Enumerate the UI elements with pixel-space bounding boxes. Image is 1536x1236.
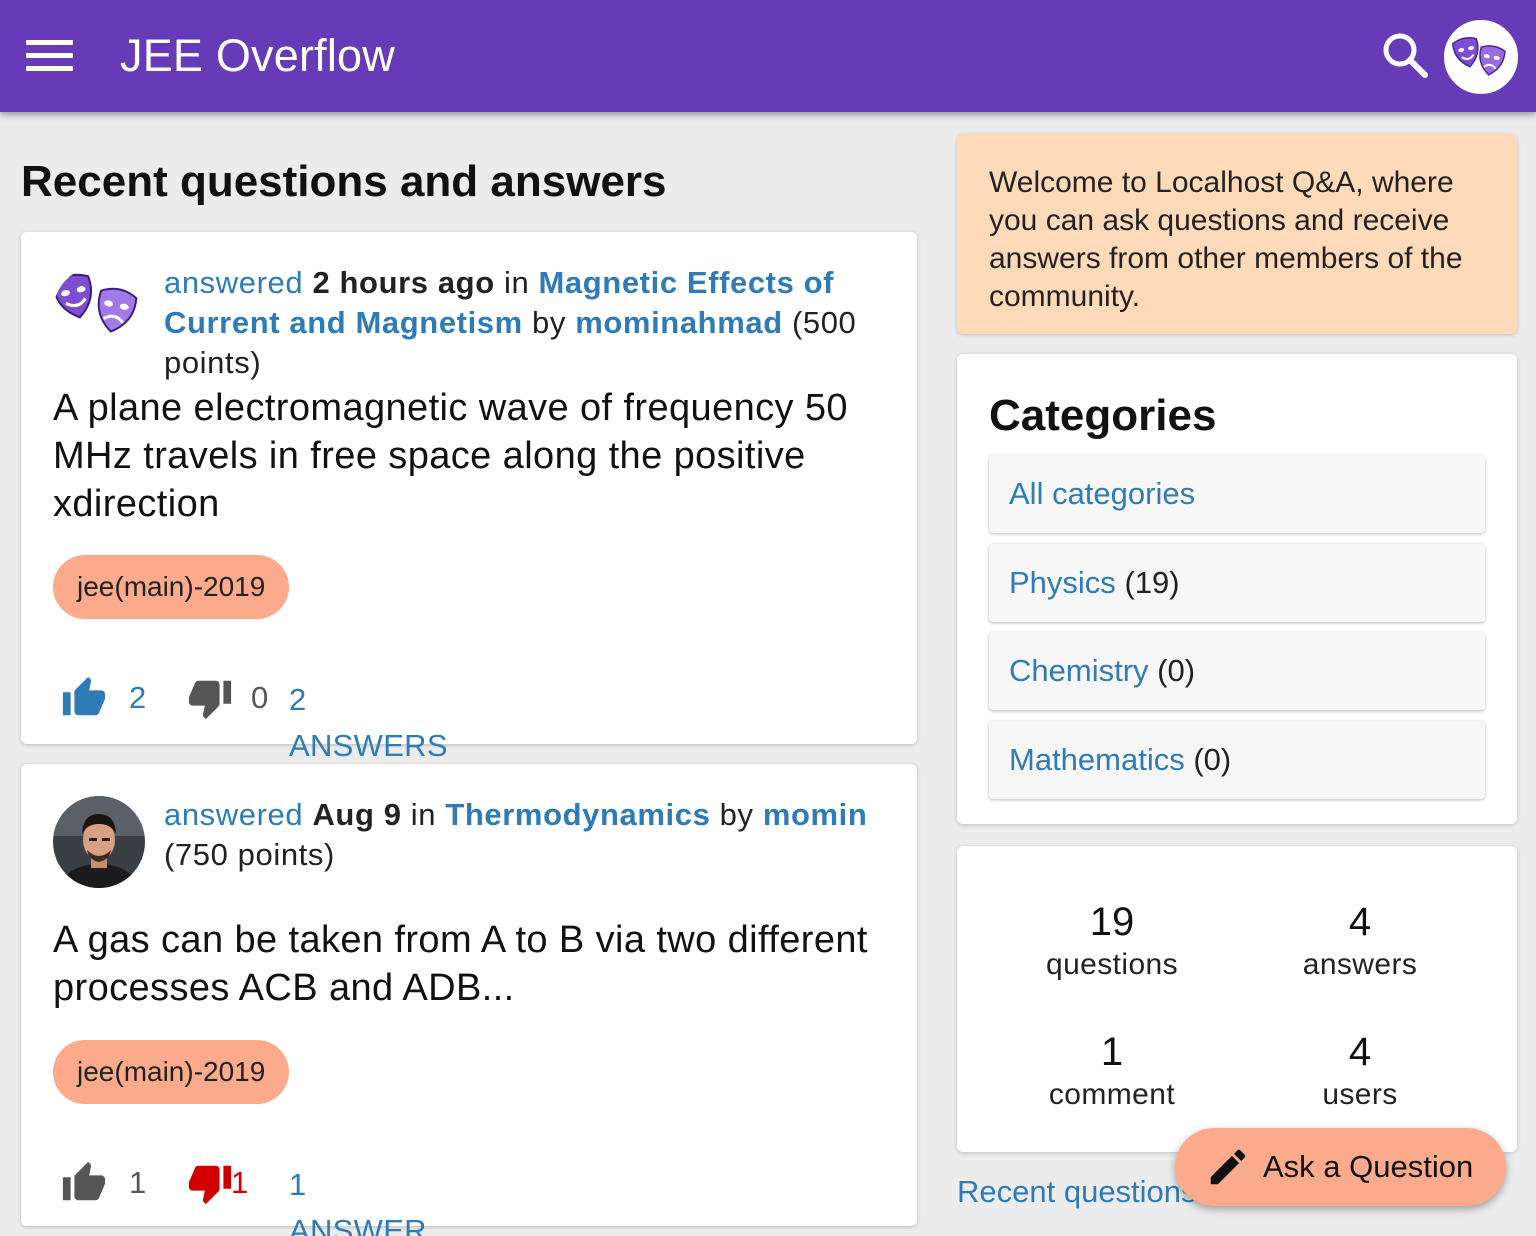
stat-label: answers [1302, 948, 1418, 981]
question-card: answered Aug 9 in Thermodynamics by momi… [21, 764, 917, 1236]
stat-comments: 1 comment [992, 1028, 1232, 1114]
stat-value: 4 [1348, 900, 1372, 944]
user-avatar[interactable] [1444, 20, 1518, 94]
category-item-physics[interactable]: Physics (19) [989, 544, 1485, 622]
top-app-bar: JEE Overflow [0, 0, 1536, 112]
activity-link[interactable]: answered [164, 265, 303, 300]
recent-questions-link[interactable]: Recent questions [957, 1170, 1197, 1214]
activity-time: Aug 9 [312, 797, 402, 832]
category-count: (0) [1157, 653, 1196, 688]
answers-link[interactable]: 2 ANSWERS [289, 677, 448, 769]
in-label: in [503, 265, 530, 300]
app-title[interactable]: JEE Overflow [120, 30, 395, 82]
thumbs-up-icon[interactable] [61, 675, 109, 721]
question-card: answered 2 hours ago in Magnetic Effects… [21, 232, 917, 763]
ask-question-label: Ask a Question [1263, 1149, 1474, 1184]
category-name: Physics [1009, 565, 1116, 600]
welcome-message: Welcome to Localhost Q&A, where you can … [957, 134, 1517, 334]
user-points: (750 points) [164, 837, 335, 872]
stat-users: 4 users [1240, 1028, 1480, 1114]
question-meta: answered 2 hours ago in Magnetic Effects… [164, 263, 884, 383]
stat-label: questions [1045, 948, 1179, 981]
ask-question-button[interactable]: Ask a Question [1175, 1128, 1506, 1206]
by-label: by [719, 797, 754, 832]
answers-link[interactable]: 1 ANSWER [289, 1162, 427, 1236]
user-link[interactable]: momin [763, 797, 868, 832]
activity-link[interactable]: answered [164, 797, 303, 832]
stat-value: 4 [1348, 1030, 1372, 1074]
thumbs-down-icon[interactable] [187, 675, 235, 721]
category-name: All categories [1009, 476, 1196, 511]
thumbs-up-icon[interactable] [61, 1160, 109, 1206]
downvote-count: 0 [251, 680, 269, 715]
category-item-all[interactable]: All categories [989, 455, 1485, 533]
category-link[interactable]: Thermodynamics [445, 797, 710, 832]
category-item-mathematics[interactable]: Mathematics (0) [989, 721, 1485, 799]
question-meta: answered Aug 9 in Thermodynamics by momi… [164, 795, 884, 875]
question-title[interactable]: A plane electromagnetic wave of frequenc… [53, 384, 883, 528]
theater-masks-avatar[interactable] [53, 266, 145, 358]
stat-value: 19 [1089, 900, 1135, 944]
categories-heading: Categories [989, 391, 1217, 440]
pencil-icon [1210, 1149, 1246, 1185]
question-tag[interactable]: jee(main)-2019 [53, 555, 290, 619]
by-label: by [532, 305, 566, 340]
site-stats-panel: 19 questions 4 answers 1 comment 4 users [957, 846, 1517, 1152]
upvote-count: 2 [129, 680, 147, 715]
upvote-count: 1 [129, 1165, 147, 1200]
category-name: Mathematics [1009, 742, 1185, 777]
question-title[interactable]: A gas can be taken from A to B via two d… [53, 916, 883, 1012]
category-name: Chemistry [1009, 653, 1149, 688]
stat-answers: 4 answers [1240, 898, 1480, 984]
categories-panel: Categories All categories Physics (19) C… [957, 354, 1517, 824]
hamburger-menu-icon[interactable] [26, 38, 74, 72]
search-icon[interactable] [1380, 30, 1430, 80]
stat-questions: 19 questions [992, 898, 1232, 984]
thumbs-down-icon[interactable] [187, 1160, 235, 1206]
stat-value: 1 [1100, 1030, 1124, 1074]
stat-label: users [1322, 1078, 1398, 1111]
category-item-chemistry[interactable]: Chemistry (0) [989, 632, 1485, 710]
user-photo-avatar[interactable] [53, 796, 145, 888]
in-label: in [410, 797, 437, 832]
user-link[interactable]: mominahmad [575, 305, 783, 340]
category-count: (0) [1193, 742, 1232, 777]
category-count: (19) [1124, 565, 1180, 600]
downvote-count: 1 [231, 1165, 249, 1200]
question-tag[interactable]: jee(main)-2019 [53, 1040, 290, 1104]
activity-time: 2 hours ago [312, 265, 495, 300]
page-title: Recent questions and answers [21, 157, 667, 206]
stat-label: comment [1048, 1078, 1176, 1111]
